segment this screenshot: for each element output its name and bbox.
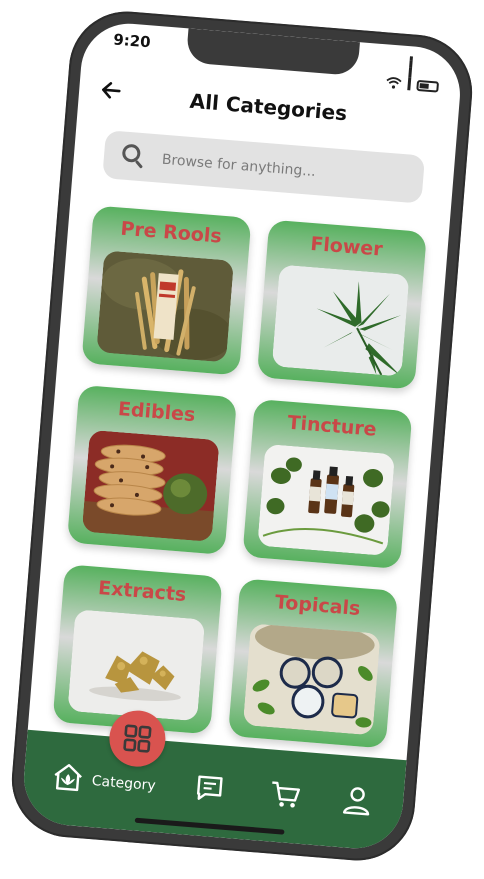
edibles-photo <box>81 429 220 542</box>
category-label: Topicals <box>274 591 362 621</box>
category-card-edibles[interactable]: Edibles <box>66 384 238 555</box>
flower-photo <box>271 264 410 377</box>
category-card-extracts[interactable]: Extracts <box>52 564 223 735</box>
status-time: 9:20 <box>112 30 152 52</box>
cart-icon[interactable] <box>264 773 307 816</box>
category-nav-label[interactable]: Category <box>91 773 156 794</box>
pre-rolls-photo <box>96 250 235 363</box>
home-leaf-icon[interactable] <box>47 756 90 799</box>
wifi-icon <box>386 77 402 89</box>
search-input[interactable] <box>157 134 406 205</box>
phone-mockup: 9:20 All Categories Pre Rools <box>7 7 477 865</box>
topicals-photo <box>242 623 381 736</box>
battery-icon <box>416 79 440 93</box>
category-label: Tincture <box>286 411 378 441</box>
category-card-topicals[interactable]: Topicals <box>227 578 399 749</box>
category-label: Flower <box>309 232 384 261</box>
category-card-pre-rools[interactable]: Pre Rools <box>81 205 252 376</box>
home-indicator <box>134 817 285 835</box>
category-label: Extracts <box>97 576 188 606</box>
search-icon <box>121 143 142 163</box>
category-card-flower[interactable]: Flower <box>256 219 427 390</box>
grid-icon <box>123 724 152 753</box>
signal-icon <box>407 56 413 91</box>
extracts-photo <box>67 609 206 722</box>
tincture-photo <box>257 443 396 557</box>
category-label: Edibles <box>117 398 197 427</box>
chat-icon[interactable] <box>188 767 231 810</box>
category-grid: Pre Rools Flower Edibles Tincture Extrac… <box>52 205 427 749</box>
category-label: Pre Rools <box>119 217 223 248</box>
status-icons <box>385 54 441 93</box>
search-bar[interactable] <box>102 130 426 205</box>
app-screen: 9:20 All Categories Pre Rools <box>20 20 464 852</box>
user-icon[interactable] <box>336 779 379 822</box>
category-card-tincture[interactable]: Tincture <box>242 398 413 570</box>
